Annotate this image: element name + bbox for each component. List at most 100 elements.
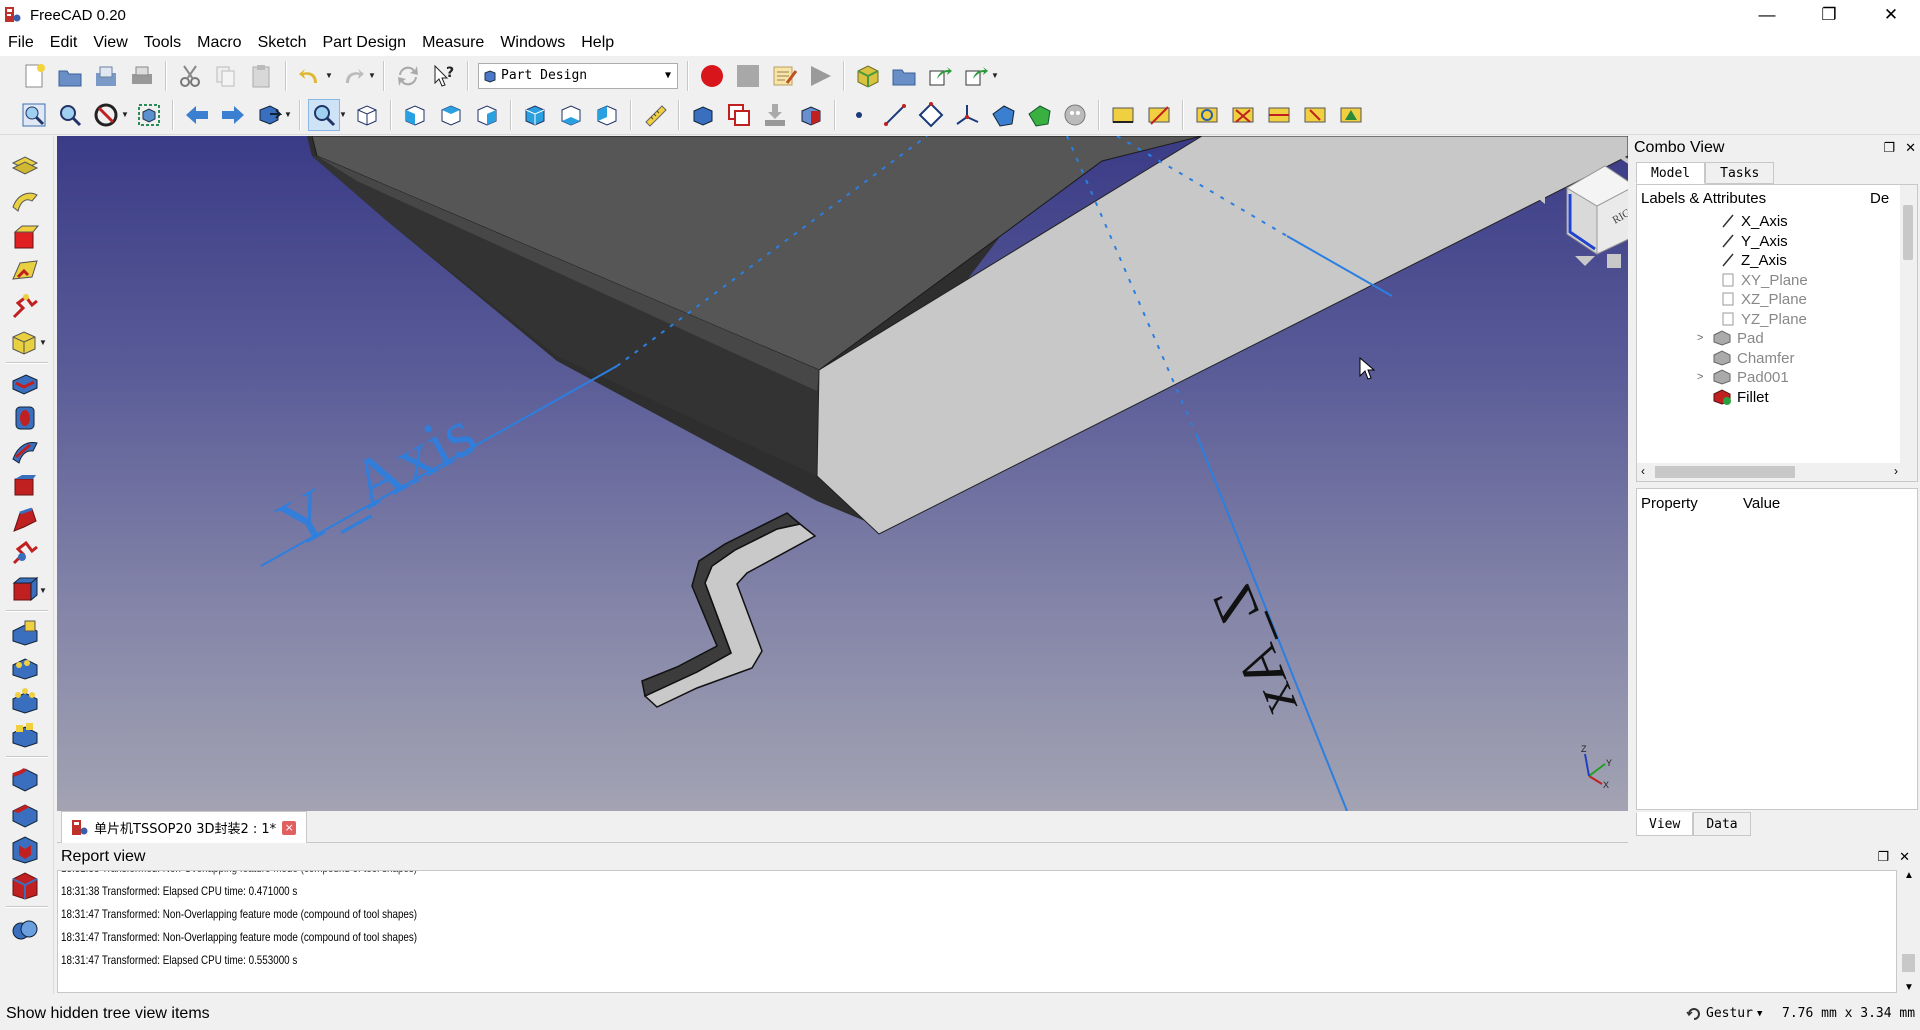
scrollbar-thumb[interactable] [1655, 466, 1795, 478]
expand-arrow-icon[interactable]: > [1697, 332, 1703, 344]
fillet-icon[interactable] [8, 762, 42, 794]
undock-icon[interactable]: ❐ [1883, 140, 1895, 156]
local-coordinate-system-icon[interactable] [951, 99, 983, 131]
additive-helix-icon[interactable] [8, 504, 42, 536]
view-top-icon[interactable] [435, 99, 467, 131]
shape-binder-icon[interactable] [687, 99, 719, 131]
additive-loft-icon[interactable] [8, 436, 42, 468]
draw-style-dropdown-icon[interactable]: ▼ [121, 110, 131, 119]
link-icon[interactable] [924, 60, 956, 92]
link-actions-dropdown-icon[interactable]: ▼ [991, 71, 1001, 80]
undock-icon[interactable]: ❐ [1877, 849, 1889, 865]
shape-binder-blue-icon[interactable] [987, 99, 1019, 131]
sub-shape-binder-green-icon[interactable] [1023, 99, 1055, 131]
document-tab[interactable]: 单片机TSSOP20 3D封装2 : 1* × [61, 811, 308, 843]
polar-pattern-icon[interactable] [8, 684, 42, 716]
tree-item-pad[interactable]: Pad [1713, 327, 1764, 349]
scroll-left-icon[interactable]: ‹ [1641, 464, 1645, 478]
tree-item-xz-plane[interactable]: XZ_Plane [1721, 288, 1807, 310]
measure-angular-icon[interactable] [1143, 99, 1175, 131]
menu-sketch[interactable]: Sketch [250, 34, 315, 52]
mirror-sketch-icon[interactable] [8, 326, 42, 358]
tab-data[interactable]: Data [1693, 812, 1751, 836]
minimize-button[interactable]: — [1738, 0, 1796, 30]
import-icon[interactable] [759, 99, 791, 131]
view-rear-icon[interactable] [519, 99, 551, 131]
std-views-dropdown-icon[interactable]: ▼ [339, 110, 349, 119]
datum-point-icon[interactable] [843, 99, 875, 131]
multi-transform-icon[interactable] [8, 718, 42, 750]
create-part-icon[interactable] [888, 60, 920, 92]
close-window-button[interactable]: ✕ [1862, 0, 1920, 30]
redo-dropdown-icon[interactable]: ▼ [368, 71, 378, 80]
tree-item-pad001[interactable]: Pad001 [1713, 366, 1789, 388]
refresh-icon[interactable] [392, 60, 424, 92]
scroll-down-icon[interactable]: ▼ [1904, 982, 1914, 993]
measure-toggle-delta-icon[interactable] [1335, 99, 1367, 131]
menu-help[interactable]: Help [573, 34, 622, 52]
link-actions-icon[interactable] [960, 60, 992, 92]
pad-icon[interactable] [8, 368, 42, 400]
tree-vertical-scrollbar[interactable] [1900, 185, 1917, 481]
boolean-icon[interactable] [8, 914, 42, 946]
tree-item-x-axis[interactable]: X_Axis [1721, 210, 1788, 232]
merge-sketches-icon[interactable] [8, 292, 42, 324]
menu-part-design[interactable]: Part Design [314, 34, 414, 52]
datum-line-icon[interactable] [879, 99, 911, 131]
measure-distance-icon[interactable] [639, 99, 671, 131]
menu-edit[interactable]: Edit [42, 34, 86, 52]
tree-horizontal-scrollbar[interactable]: ‹ › [1637, 463, 1902, 481]
menu-macro[interactable]: Macro [189, 34, 249, 52]
paste-icon[interactable] [246, 60, 278, 92]
chamfer-icon[interactable] [8, 798, 42, 830]
create-body-icon[interactable] [852, 60, 884, 92]
report-view-log[interactable]: 18:31:38 Transformed: Non-Overlapping fe… [57, 870, 1897, 993]
mirrored-icon[interactable] [8, 616, 42, 648]
menu-file[interactable]: File [0, 34, 42, 52]
copy-icon[interactable] [210, 60, 242, 92]
sync-view-dropdown-icon[interactable]: ▼ [284, 110, 294, 119]
view-bottom-icon[interactable] [555, 99, 587, 131]
sync-view-icon[interactable] [253, 99, 285, 131]
measure-toggle-all-icon[interactable] [1263, 99, 1295, 131]
menu-tools[interactable]: Tools [136, 34, 189, 52]
sub-shape-binder-icon[interactable] [795, 99, 827, 131]
record-macro-icon[interactable] [696, 60, 728, 92]
view-front-icon[interactable] [399, 99, 431, 131]
bounding-box-icon[interactable] [133, 99, 165, 131]
measure-toggle-3d-icon[interactable] [1299, 99, 1331, 131]
measure-clear-icon[interactable] [1227, 99, 1259, 131]
datum-plane-icon[interactable] [915, 99, 947, 131]
menu-measure[interactable]: Measure [414, 34, 492, 52]
back-icon[interactable] [181, 99, 213, 131]
forward-icon[interactable] [217, 99, 249, 131]
validate-sketch-icon[interactable] [8, 256, 42, 288]
measure-refresh-icon[interactable] [1191, 99, 1223, 131]
cut-icon[interactable] [174, 60, 206, 92]
stop-macro-icon[interactable] [732, 60, 764, 92]
linear-pattern-icon[interactable] [8, 650, 42, 682]
redo-icon[interactable] [337, 60, 369, 92]
undo-icon[interactable] [294, 60, 326, 92]
workbench-selector[interactable]: Part Design ▼ [478, 62, 678, 89]
close-panel-icon[interactable]: ✕ [1899, 849, 1910, 865]
additive-primitive-icon[interactable] [8, 538, 42, 570]
menu-windows[interactable]: Windows [492, 34, 573, 52]
thickness-icon[interactable] [8, 870, 42, 902]
navcube-menu-icon[interactable] [1607, 254, 1621, 268]
report-vertical-scrollbar[interactable]: ▲ ▼ [1898, 870, 1920, 993]
navigation-style-selector[interactable]: Gestur ▼ [1686, 1006, 1762, 1022]
view-axo-icon[interactable] [351, 99, 383, 131]
fit-all-icon[interactable] [18, 99, 50, 131]
scroll-up-icon[interactable]: ▲ [1904, 870, 1914, 881]
edit-sketch-icon[interactable] [8, 186, 42, 218]
revolution-icon[interactable] [8, 402, 42, 434]
open-file-icon[interactable] [54, 60, 86, 92]
scrollbar-thumb[interactable] [1903, 205, 1913, 260]
restore-button[interactable]: ❐ [1800, 0, 1858, 30]
map-sketch-icon[interactable] [8, 222, 42, 254]
expand-arrow-icon[interactable]: > [1697, 371, 1703, 383]
view-right-icon[interactable] [471, 99, 503, 131]
whats-this-icon[interactable]: ? [428, 60, 460, 92]
tab-tasks[interactable]: Tasks [1705, 162, 1775, 184]
